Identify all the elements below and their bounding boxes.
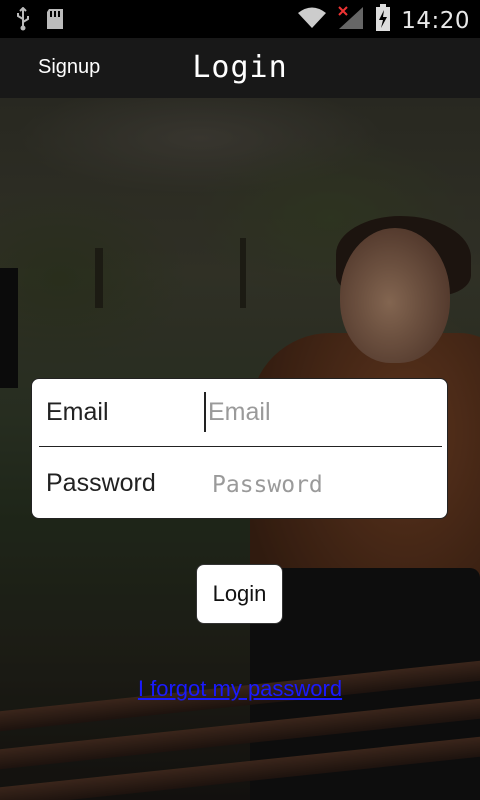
status-time: 14:20 <box>401 7 470 34</box>
wifi-icon <box>297 6 327 35</box>
no-signal-icon <box>337 5 365 36</box>
login-screen: 14:20 Signup Login Email Password Login <box>0 0 480 800</box>
password-input[interactable] <box>210 465 442 505</box>
forgot-password-link[interactable]: I forgot my password <box>0 676 480 702</box>
status-bar-left <box>14 6 64 36</box>
password-row: Password <box>32 447 449 515</box>
battery-charging-icon <box>375 4 391 37</box>
page-title: Login <box>192 50 288 85</box>
status-bar-right: 14:20 <box>297 4 470 37</box>
action-bar: Signup Login <box>0 38 480 98</box>
email-label: Email <box>46 398 109 426</box>
login-button[interactable]: Login <box>196 564 283 624</box>
login-form-card: Email Password <box>31 378 448 519</box>
usb-icon <box>14 6 32 36</box>
password-label: Password <box>46 469 156 497</box>
sd-card-icon <box>46 8 64 35</box>
email-row: Email <box>32 379 449 447</box>
status-bar: 14:20 <box>0 0 480 38</box>
email-input[interactable] <box>204 392 438 432</box>
